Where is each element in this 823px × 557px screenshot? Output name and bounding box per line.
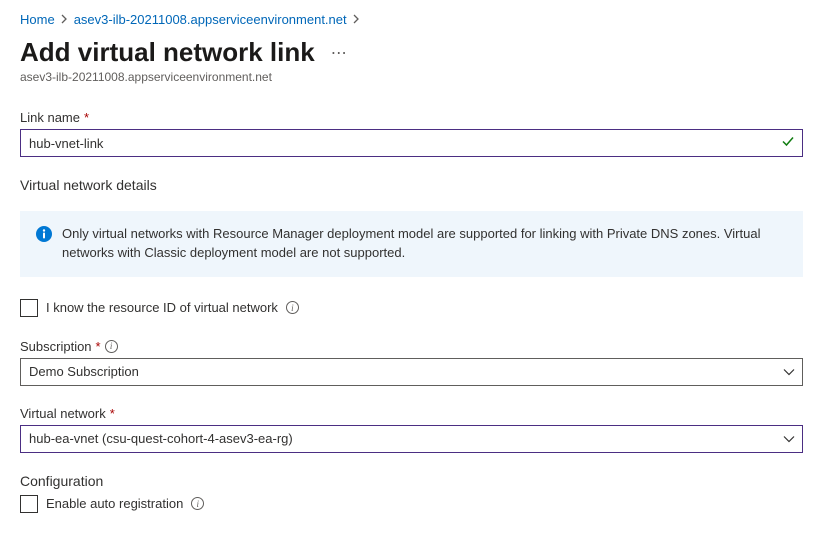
- auto-registration-checkbox[interactable]: [20, 495, 38, 513]
- virtual-network-label: Virtual network *: [20, 406, 803, 421]
- help-icon[interactable]: i: [286, 301, 299, 314]
- required-indicator: *: [84, 110, 89, 125]
- info-banner: Only virtual networks with Resource Mana…: [20, 211, 803, 277]
- more-actions-button[interactable]: ⋯: [331, 43, 348, 63]
- breadcrumb-home[interactable]: Home: [20, 12, 55, 27]
- checkmark-icon: [781, 135, 795, 152]
- link-name-input[interactable]: [20, 129, 803, 157]
- know-resource-id-checkbox[interactable]: [20, 299, 38, 317]
- page-subtitle: asev3-ilb-20211008.appserviceenvironment…: [20, 70, 803, 84]
- vnet-details-heading: Virtual network details: [20, 177, 803, 193]
- required-indicator: *: [110, 406, 115, 421]
- subscription-select[interactable]: Demo Subscription: [20, 358, 803, 386]
- chevron-right-icon: [353, 12, 360, 27]
- info-banner-text: Only virtual networks with Resource Mana…: [62, 225, 787, 263]
- virtual-network-select[interactable]: hub-ea-vnet (csu-quest-cohort-4-asev3-ea…: [20, 425, 803, 453]
- configuration-heading: Configuration: [20, 473, 803, 489]
- breadcrumb-resource[interactable]: asev3-ilb-20211008.appserviceenvironment…: [74, 12, 347, 27]
- breadcrumb: Home asev3-ilb-20211008.appserviceenviro…: [20, 12, 803, 27]
- auto-registration-label: Enable auto registration: [46, 496, 183, 511]
- chevron-right-icon: [61, 12, 68, 27]
- page-title: Add virtual network link: [20, 37, 315, 68]
- link-name-label: Link name *: [20, 110, 803, 125]
- subscription-label: Subscription * i: [20, 339, 803, 354]
- know-resource-id-label: I know the resource ID of virtual networ…: [46, 300, 278, 315]
- required-indicator: *: [96, 339, 101, 354]
- help-icon[interactable]: i: [105, 340, 118, 353]
- info-icon: [36, 226, 52, 248]
- help-icon[interactable]: i: [191, 497, 204, 510]
